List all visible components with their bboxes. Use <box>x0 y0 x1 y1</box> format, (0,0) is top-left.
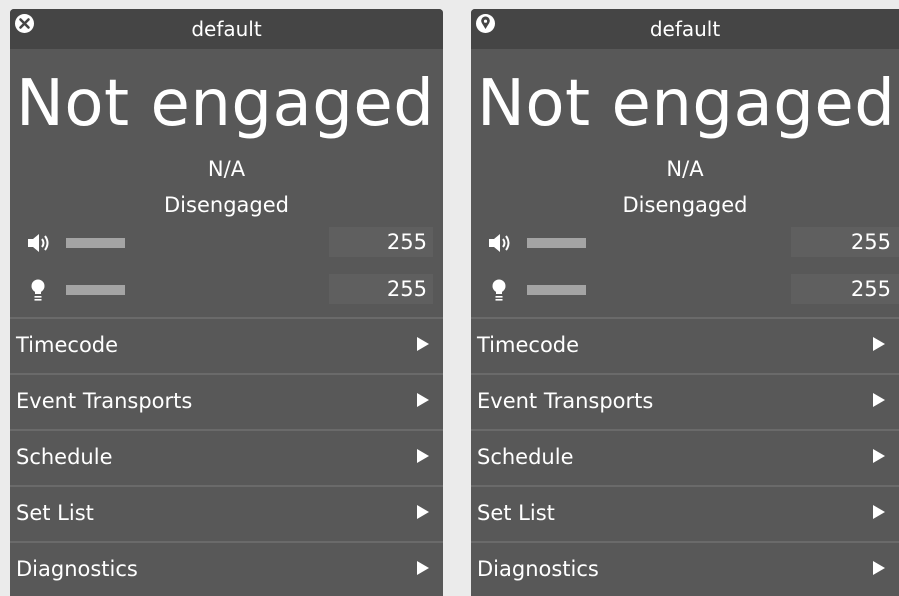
menu-item-timecode[interactable]: Timecode <box>471 317 899 373</box>
menu-item-label: Set List <box>477 501 555 525</box>
volume-level-row: 255 <box>10 227 443 257</box>
volume-level-bar[interactable] <box>527 238 586 248</box>
menu-item-event-transports[interactable]: Event Transports <box>10 373 443 429</box>
menu-item-timecode[interactable]: Timecode <box>10 317 443 373</box>
menu-item-label: Timecode <box>16 333 119 357</box>
lightbulb-icon <box>31 279 45 301</box>
volume-value[interactable]: 255 <box>329 227 433 257</box>
play-arrow-icon <box>417 505 429 519</box>
light-level-bar[interactable] <box>527 285 586 295</box>
panel-header: default <box>471 9 899 49</box>
menu-item-set-list[interactable]: Set List <box>10 485 443 541</box>
engagement-state: Disengaged <box>164 193 289 217</box>
volume-level-bar[interactable] <box>66 238 125 248</box>
player-panel-left: default Not engaged N/A Disengaged 255 2… <box>10 9 443 596</box>
engagement-status: Not engaged <box>477 67 896 141</box>
play-arrow-icon <box>417 393 429 407</box>
menu-item-label: Event Transports <box>16 389 193 413</box>
panel-title: default <box>191 17 262 41</box>
light-level-row: 255 <box>471 274 899 304</box>
status-subtitle: N/A <box>207 157 246 181</box>
menu-item-schedule[interactable]: Schedule <box>471 429 899 485</box>
play-arrow-icon <box>873 449 885 463</box>
volume-value[interactable]: 255 <box>791 227 899 257</box>
panel-header: default <box>10 9 443 49</box>
play-arrow-icon <box>873 393 885 407</box>
menu-item-label: Schedule <box>477 445 574 469</box>
light-value[interactable]: 255 <box>791 274 899 304</box>
menu-item-set-list[interactable]: Set List <box>471 485 899 541</box>
menu-item-label: Diagnostics <box>477 557 599 581</box>
panel-menu: Timecode Event Transports Schedule Set L… <box>471 317 899 596</box>
speaker-icon <box>28 234 49 252</box>
play-arrow-icon <box>873 561 885 575</box>
player-panel-right: default Not engaged N/A Disengaged 255 2… <box>471 9 899 596</box>
status-subtitle: N/A <box>666 157 704 181</box>
light-level-bar[interactable] <box>66 285 125 295</box>
play-arrow-icon <box>873 505 885 519</box>
menu-item-diagnostics[interactable]: Diagnostics <box>10 541 443 596</box>
light-level-row: 255 <box>10 274 443 304</box>
menu-item-label: Event Transports <box>477 389 654 413</box>
play-arrow-icon <box>417 561 429 575</box>
menu-item-label: Diagnostics <box>16 557 138 581</box>
panel-menu: Timecode Event Transports Schedule Set L… <box>10 317 443 596</box>
menu-item-label: Set List <box>16 501 94 525</box>
menu-item-event-transports[interactable]: Event Transports <box>471 373 899 429</box>
play-arrow-icon <box>417 449 429 463</box>
menu-item-label: Schedule <box>16 445 113 469</box>
menu-item-diagnostics[interactable]: Diagnostics <box>471 541 899 596</box>
play-arrow-icon <box>873 337 885 351</box>
menu-item-schedule[interactable]: Schedule <box>10 429 443 485</box>
engagement-status: Not engaged <box>16 67 435 141</box>
menu-item-label: Timecode <box>477 333 580 357</box>
volume-level-row: 255 <box>471 227 899 257</box>
play-arrow-icon <box>417 337 429 351</box>
engagement-state: Disengaged <box>622 193 748 217</box>
lightbulb-icon <box>492 279 506 301</box>
speaker-icon <box>489 234 510 252</box>
light-value[interactable]: 255 <box>329 274 433 304</box>
panel-title: default <box>649 17 721 41</box>
